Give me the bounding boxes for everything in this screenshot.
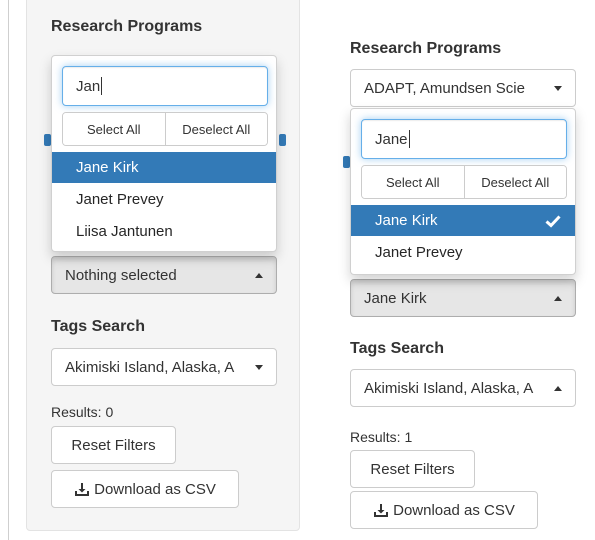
person-select-button[interactable]: Nothing selected — [51, 256, 277, 294]
hidden-badge-right — [279, 134, 286, 146]
deselect-all-button[interactable]: Deselect All — [463, 166, 566, 198]
check-icon — [545, 214, 561, 227]
bulk-actions: Select All Deselect All — [361, 165, 567, 199]
option-liisa-jantunen[interactable]: Liisa Jantunen — [52, 216, 276, 247]
download-csv-button[interactable]: Download as CSV — [51, 470, 239, 508]
tags-select-button[interactable]: Akimiski Island, Alaska, A — [51, 348, 277, 386]
caret-up-icon — [554, 385, 562, 391]
hidden-badge-left — [343, 156, 350, 168]
person-dropdown-menu: Jan Select All Deselect All Jane Kirk Ja… — [51, 55, 277, 252]
caret-up-icon — [554, 295, 562, 301]
select-all-button[interactable]: Select All — [63, 113, 165, 145]
reset-filters-button[interactable]: Reset Filters — [350, 450, 475, 488]
reset-filters-button[interactable]: Reset Filters — [51, 426, 176, 464]
option-janet-prevey[interactable]: Janet Prevey — [52, 184, 276, 215]
tags-search-label: Tags Search — [51, 318, 145, 335]
download-icon — [75, 482, 90, 496]
option-label: Liisa Jantunen — [76, 223, 173, 240]
text-cursor — [408, 130, 410, 148]
person-select-button[interactable]: Jane Kirk — [350, 279, 576, 317]
option-jane-kirk[interactable]: Jane Kirk — [52, 152, 276, 183]
hidden-badge-left — [44, 134, 51, 146]
person-select-value: Jane Kirk — [364, 289, 427, 307]
option-janet-prevey[interactable]: Janet Prevey — [351, 237, 575, 268]
option-jane-kirk[interactable]: Jane Kirk — [351, 205, 575, 236]
programs-select-value: ADAPT, Amundsen Scie — [364, 79, 525, 97]
download-label: Download as CSV — [393, 501, 515, 519]
results-count: Results: 1 — [350, 429, 413, 445]
research-programs-label: Research Programs — [51, 18, 203, 35]
caret-down-icon — [554, 85, 562, 91]
download-icon — [374, 503, 389, 517]
text-cursor — [101, 77, 103, 95]
option-label: Jane Kirk — [76, 159, 139, 176]
person-select-value: Nothing selected — [65, 266, 177, 284]
download-csv-button[interactable]: Download as CSV — [350, 491, 538, 529]
person-search-input[interactable]: Jane — [361, 119, 567, 159]
caret-down-icon — [255, 364, 263, 370]
results-count: Results: 0 — [51, 404, 114, 420]
tags-search-label: Tags Search — [350, 340, 444, 357]
option-label: Jane Kirk — [375, 212, 438, 229]
deselect-all-button[interactable]: Deselect All — [164, 113, 267, 145]
tags-select-button[interactable]: Akimiski Island, Alaska, A — [350, 369, 576, 407]
research-programs-label: Research Programs — [350, 40, 502, 57]
screenshot-divider — [8, 0, 9, 540]
option-label: Janet Prevey — [375, 244, 463, 261]
search-input-value: Jan — [76, 77, 101, 95]
caret-up-icon — [255, 272, 263, 278]
search-input-value: Jane — [375, 130, 408, 148]
select-all-button[interactable]: Select All — [362, 166, 464, 198]
tags-select-value: Akimiski Island, Alaska, A — [364, 379, 534, 397]
programs-select-button[interactable]: ADAPT, Amundsen Scie — [350, 69, 576, 107]
person-dropdown-menu: Jane Select All Deselect All Jane Kirk J… — [350, 108, 576, 275]
tags-select-value: Akimiski Island, Alaska, A — [65, 358, 235, 376]
bulk-actions: Select All Deselect All — [62, 112, 268, 146]
download-label: Download as CSV — [94, 480, 216, 498]
option-label: Janet Prevey — [76, 191, 164, 208]
person-search-input[interactable]: Jan — [62, 66, 268, 106]
